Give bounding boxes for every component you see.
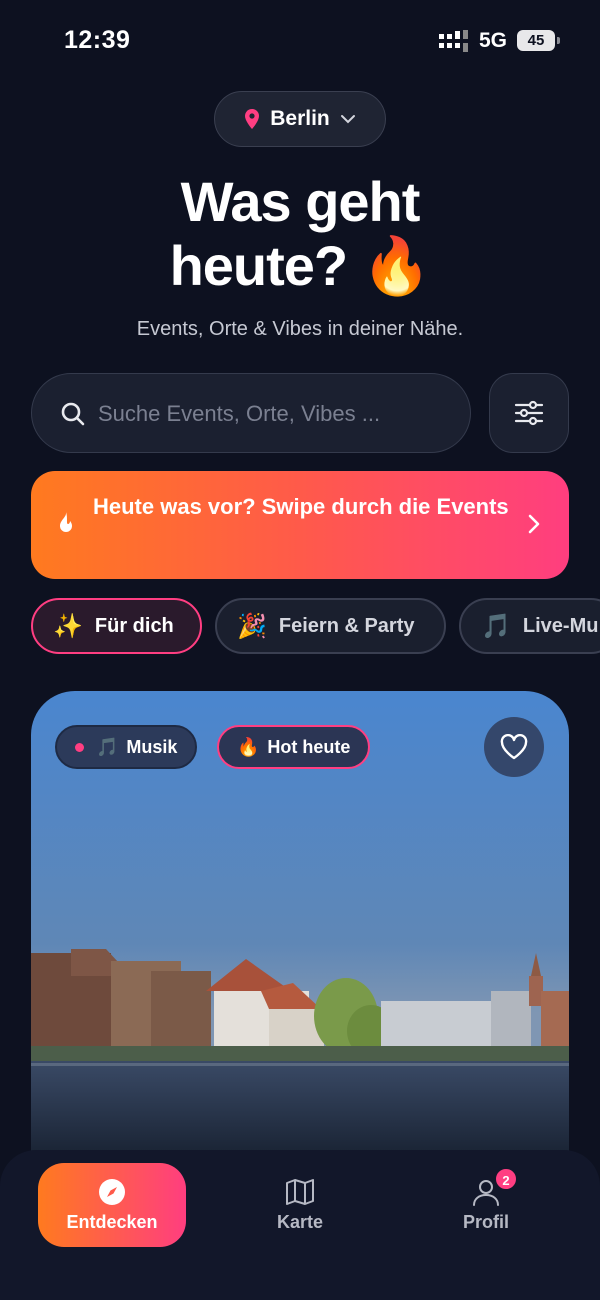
tag-label: Hot heute	[267, 736, 351, 757]
status-bar: 12:39 5G 45	[0, 0, 600, 80]
status-time: 12:39	[64, 26, 131, 54]
tag-hot-heute[interactable]: 🔥 Hot heute	[217, 725, 371, 769]
chip-label: Live-Mu	[522, 614, 599, 637]
music-note-icon: 🎵	[96, 736, 119, 757]
page-subtitle: Events, Orte & Vibes in deiner Nähe.	[136, 318, 464, 340]
chip-live-musik[interactable]: 🎵 Live-Mu	[459, 598, 600, 654]
map-icon	[286, 1178, 314, 1205]
network-type: 5G	[479, 29, 508, 52]
category-chips: ✨ Für dich 🎉 Feiern & Party 🎵 Live-Mu	[31, 598, 600, 656]
battery-indicator: 45	[517, 30, 560, 51]
city-label: Berlin	[270, 107, 330, 130]
event-card[interactable]: 🎵 Musik 🔥 Hot heute	[31, 691, 569, 1151]
flame-icon: 🔥	[237, 736, 260, 757]
title-line-2: heute? 🔥	[169, 234, 432, 297]
nav-entdecken[interactable]: Entdecken	[38, 1163, 186, 1247]
music-note-icon: 🎵	[481, 612, 511, 640]
heart-icon	[500, 734, 528, 760]
swipe-events-banner[interactable]: Heute was vor? Swipe durch die Events	[31, 471, 569, 579]
tag-label: Musik	[126, 736, 178, 757]
banner-text: Heute was vor? Swipe durch die Events	[93, 494, 509, 519]
party-popper-icon: 🎉	[237, 612, 267, 640]
tag-dot	[75, 742, 84, 752]
nav-karte[interactable]: Karte	[226, 1163, 374, 1247]
search-bar[interactable]	[31, 373, 471, 453]
notification-badge: 2	[494, 1167, 518, 1191]
bottom-nav: Entdecken Karte Profil 2	[0, 1150, 600, 1300]
map-pin-icon	[245, 109, 260, 129]
nav-label: Karte	[276, 1211, 324, 1232]
chip-feiern-party[interactable]: 🎉 Feiern & Party	[215, 598, 446, 654]
filter-button[interactable]	[489, 373, 569, 453]
chevron-right-icon	[528, 514, 540, 534]
sparkles-icon: ✨	[53, 612, 83, 640]
chip-label: Für dich	[94, 614, 174, 637]
tag-musik[interactable]: 🎵 Musik	[55, 725, 198, 769]
signal-icon	[439, 30, 468, 52]
compass-icon	[99, 1178, 125, 1205]
favorite-button[interactable]	[484, 717, 544, 777]
nav-profil[interactable]: Profil 2	[412, 1163, 560, 1247]
nav-label: Profil	[462, 1211, 509, 1232]
chevron-down-icon	[340, 115, 355, 124]
page-title: Was geht heute? 🔥	[0, 170, 600, 298]
sliders-icon	[514, 400, 544, 426]
nav-label: Entdecken	[66, 1211, 158, 1232]
search-icon	[61, 402, 85, 426]
flame-icon	[60, 512, 72, 532]
chip-label: Feiern & Party	[278, 614, 415, 637]
city-selector[interactable]: Berlin	[214, 91, 386, 147]
title-line-1: Was geht	[180, 170, 421, 233]
search-input[interactable]	[98, 394, 458, 434]
chip-fuer-dich[interactable]: ✨ Für dich	[31, 598, 202, 654]
